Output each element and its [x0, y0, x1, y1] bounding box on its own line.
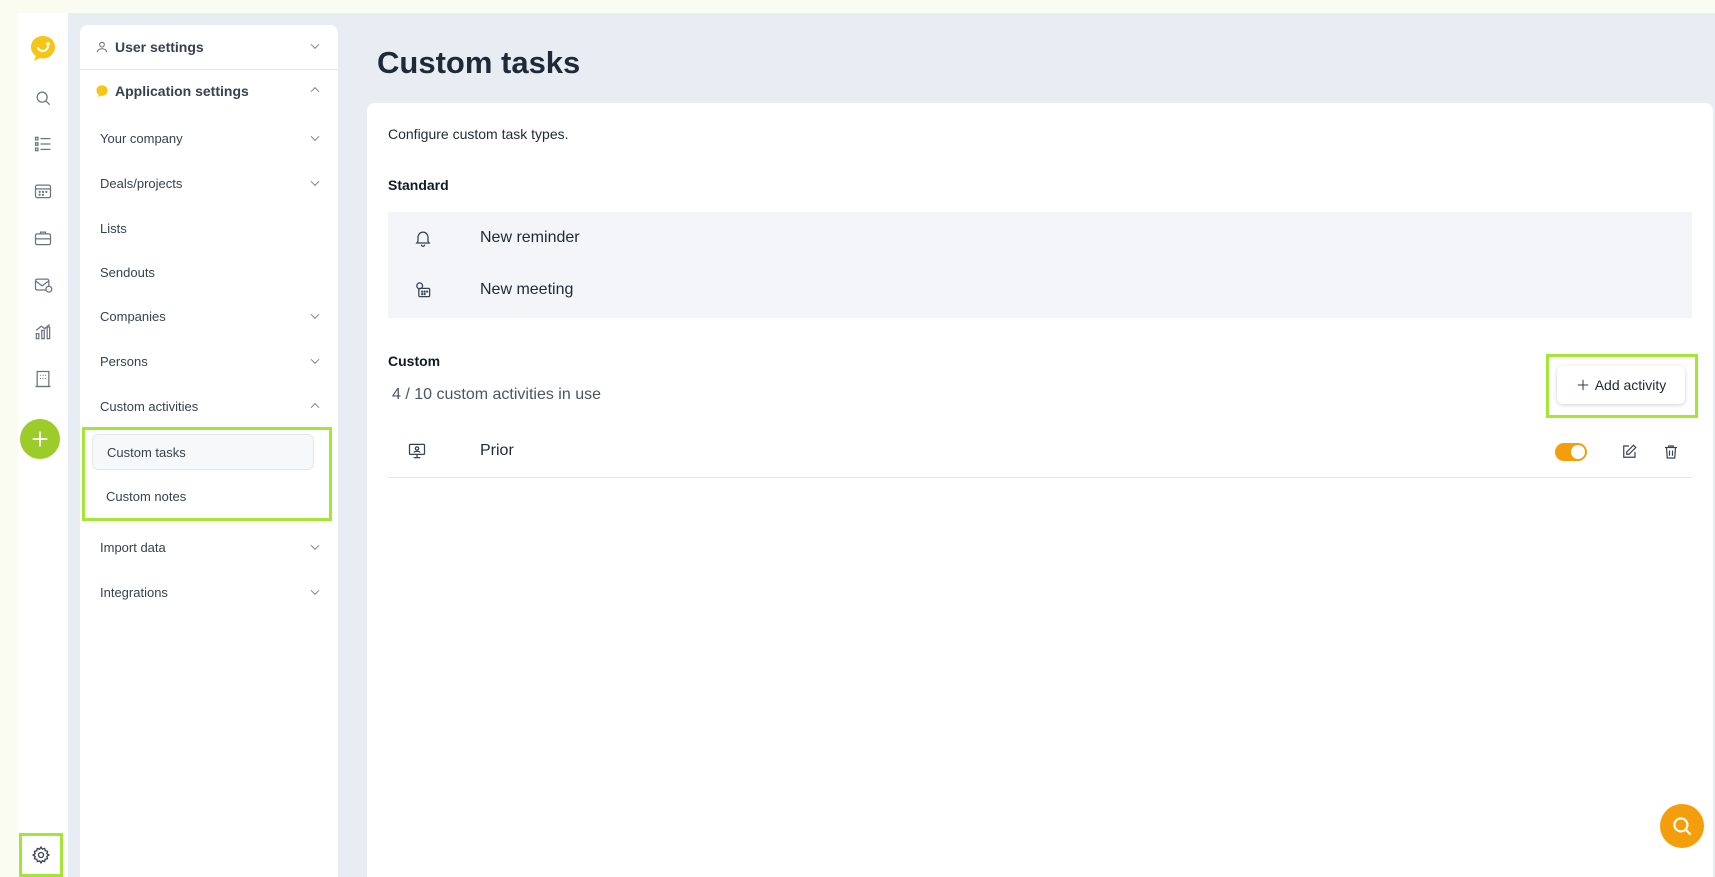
sidebar-subitem-custom-tasks[interactable]: Custom tasks: [92, 434, 314, 470]
presentation-icon: [407, 441, 429, 463]
standard-list: New reminder New meeting: [388, 212, 1692, 318]
sidebar-subitem-label: Custom tasks: [107, 444, 186, 460]
user-settings-header[interactable]: User settings: [80, 25, 338, 69]
usage-count: 4 / 10 custom activities in use: [392, 386, 601, 403]
add-activity-label: Add activity: [1594, 377, 1667, 393]
chevron-down-icon: [308, 309, 322, 326]
sidebar-item-label: Import data: [100, 539, 166, 555]
left-strip: [0, 0, 18, 877]
sidebar-item-sendouts[interactable]: Sendouts: [100, 257, 322, 287]
sidebar-item-deals-projects[interactable]: Deals/projects: [100, 168, 322, 198]
custom-section-label: Custom: [388, 353, 441, 369]
sidebar-item-custom-activities[interactable]: Custom activities: [100, 391, 322, 421]
meeting-icon: [412, 279, 434, 301]
custom-item-label: Prior: [480, 442, 514, 459]
plus-icon: [32, 431, 48, 447]
page-title: Custom tasks: [377, 45, 581, 80]
sidebar-item-integrations[interactable]: Integrations: [100, 577, 322, 607]
chevron-down-icon: [308, 176, 322, 193]
chevron-down-icon: [308, 540, 322, 557]
top-strip: [0, 0, 1715, 13]
enabled-toggle[interactable]: [1555, 443, 1587, 461]
gear-icon: [31, 845, 51, 865]
search-icon: [1673, 817, 1692, 836]
help-search-button[interactable]: [1660, 804, 1704, 848]
user-settings-label: User settings: [115, 39, 204, 55]
trash-icon: [1665, 445, 1677, 459]
settings-button[interactable]: [19, 833, 63, 877]
plus-icon: [1576, 378, 1590, 392]
sidebar-item-label: Your company: [100, 130, 183, 146]
sidebar-subitem-custom-notes[interactable]: Custom notes: [92, 478, 314, 514]
chevron-down-icon: [308, 585, 322, 602]
table-row: Prior: [388, 426, 1692, 478]
add-activity-button[interactable]: Add activity: [1557, 366, 1685, 404]
sidebar-item-label: Sendouts: [100, 264, 155, 280]
sidebar-item-label: Deals/projects: [100, 175, 183, 191]
toggle-knob: [1571, 445, 1585, 459]
chevron-up-icon: [308, 399, 322, 416]
search-icon[interactable]: [32, 87, 54, 109]
sidebar-item-companies[interactable]: Companies: [100, 301, 322, 331]
delete-button[interactable]: [1660, 441, 1682, 463]
chevron-down-icon: [308, 354, 322, 371]
page-description: Configure custom task types.: [388, 126, 569, 142]
application-settings-label: Application settings: [115, 83, 249, 99]
list-item: New meeting: [388, 264, 1692, 316]
building-icon[interactable]: [32, 368, 54, 390]
sidebar-item-label: Persons: [100, 353, 148, 369]
sidebar-item-label: Integrations: [100, 584, 168, 600]
sidebar-item-label: Lists: [100, 220, 127, 236]
application-settings-header[interactable]: Application settings: [80, 69, 338, 113]
briefcase-icon[interactable]: [32, 227, 54, 249]
sidebar-item-lists[interactable]: Lists: [100, 213, 322, 243]
logo-icon[interactable]: [28, 33, 58, 63]
chevron-up-icon: [308, 83, 322, 100]
add-fab-button[interactable]: [20, 419, 60, 459]
chevron-down-icon: [308, 131, 322, 148]
list-item: New reminder: [388, 212, 1692, 264]
bell-icon: [412, 227, 434, 249]
user-icon: [95, 40, 109, 54]
edit-icon: [1623, 444, 1637, 458]
calendar-icon[interactable]: [32, 180, 54, 202]
add-activity-highlight: Add activity: [1546, 354, 1698, 418]
sidebar-item-label: Custom activities: [100, 398, 199, 414]
app-logo-icon: [95, 84, 109, 98]
list-item-label: New reminder: [480, 229, 580, 246]
settings-sidebar: User settings Application settings Your …: [80, 25, 338, 877]
list-icon[interactable]: [32, 133, 54, 155]
sidebar-item-label: Companies: [100, 308, 166, 324]
chevron-down-icon: [308, 39, 322, 56]
sidebar-item-your-company[interactable]: Your company: [100, 123, 322, 153]
mail-icon[interactable]: [32, 274, 54, 296]
edit-button[interactable]: [1618, 441, 1640, 463]
analytics-icon[interactable]: [32, 321, 54, 343]
icon-rail: [18, 13, 68, 877]
content-card: Configure custom task types. Standard Ne…: [367, 103, 1713, 877]
list-item-label: New meeting: [480, 281, 574, 298]
sidebar-item-import-data[interactable]: Import data: [100, 532, 322, 562]
sidebar-subitem-label: Custom notes: [106, 488, 187, 504]
sidebar-item-persons[interactable]: Persons: [100, 346, 322, 376]
standard-section-label: Standard: [388, 177, 449, 193]
